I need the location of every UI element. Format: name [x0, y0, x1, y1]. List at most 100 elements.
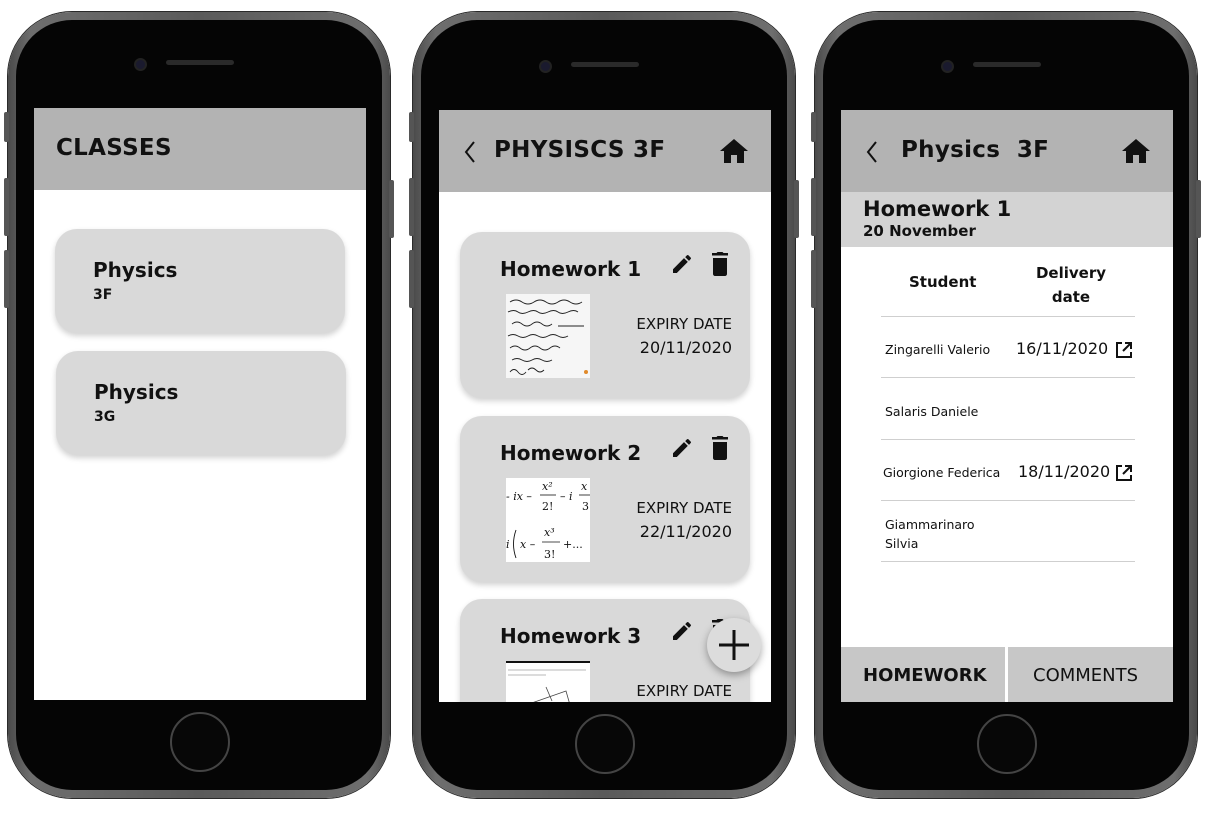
home-icon[interactable]	[719, 138, 749, 164]
column-header-student: Student	[909, 273, 977, 291]
speaker-grille	[166, 60, 234, 65]
homework-thumbnail-diagram	[506, 661, 590, 702]
table-row[interactable]: Giammarinaro Silvia	[881, 501, 1135, 562]
volume-up-button	[811, 178, 816, 236]
svg-text:i: i	[506, 538, 510, 551]
class-section: 3F	[93, 287, 113, 303]
app-header: PHYSISCS 3F	[439, 110, 771, 192]
camera-icon	[941, 60, 954, 73]
expiry-info: EXPIRY DATE	[636, 679, 732, 702]
homework-banner: Homework 1 20 November	[841, 192, 1173, 247]
open-external-icon[interactable]	[1115, 341, 1133, 359]
home-button[interactable]	[170, 712, 230, 772]
volume-down-button	[4, 250, 9, 308]
add-homework-button[interactable]	[707, 618, 761, 672]
student-name-line2: Silvia	[885, 536, 919, 551]
homework-title: Homework 1	[500, 257, 642, 281]
homework-thumbnail-equations	[506, 294, 590, 378]
app-header: Physics 3F	[841, 110, 1173, 192]
tab-homework[interactable]: HOMEWORK	[841, 647, 1005, 702]
table-row[interactable]: Zingarelli Valerio 16/11/2020	[881, 317, 1135, 378]
power-button	[1196, 180, 1201, 238]
class-name: Physics	[94, 380, 179, 404]
expiry-label: EXPIRY DATE	[636, 315, 732, 333]
svg-text:3: 3	[582, 500, 589, 513]
class-card-physics-3f[interactable]: Physics 3F	[55, 229, 345, 333]
mute-switch	[811, 112, 816, 142]
table-row[interactable]: Salaris Daniele	[881, 378, 1135, 440]
phone-frame-2: PHYSISCS 3F Homework 1 EXPIRY DATE 20/11…	[409, 12, 799, 798]
edit-pencil-icon[interactable]	[670, 619, 694, 643]
delivery-date: 18/11/2020	[1018, 462, 1111, 481]
expiry-date: 20/11/2020	[639, 338, 732, 357]
tab-comments-label: COMMENTS	[1033, 665, 1139, 686]
svg-text:x²: x²	[542, 480, 553, 493]
homework-title: Homework 1	[863, 197, 1012, 221]
svg-text:x: x	[581, 480, 588, 493]
homework-thumbnail-series: - ix – x² 2! – i x 3 i x – x³ 3! +...	[506, 478, 590, 562]
power-button	[794, 180, 799, 238]
class-card-physics-3g[interactable]: Physics 3G	[56, 351, 346, 455]
svg-text:- ix –: - ix –	[506, 490, 532, 503]
back-chevron-icon[interactable]	[865, 140, 879, 164]
expiry-label: EXPIRY DATE	[636, 682, 732, 700]
svg-text:2!: 2!	[542, 500, 553, 513]
delivery-date: 16/11/2020	[1016, 339, 1109, 358]
tab-homework-label: HOMEWORK	[863, 665, 987, 686]
page-title: PHYSISCS 3F	[494, 137, 666, 163]
trash-icon[interactable]	[708, 435, 732, 461]
homework-card-1[interactable]: Homework 1 EXPIRY DATE 20/11/2020	[460, 232, 750, 398]
open-external-icon[interactable]	[1115, 464, 1133, 482]
expiry-info: EXPIRY DATE 22/11/2020	[636, 496, 732, 544]
home-icon[interactable]	[1121, 138, 1151, 164]
phone-frame-1: CLASSES Physics 3F Physics 3G	[4, 12, 394, 798]
svg-text:x³: x³	[544, 526, 555, 539]
student-name: Zingarelli Valerio	[885, 342, 991, 357]
class-section: 3G	[94, 409, 116, 425]
plus-icon	[719, 630, 749, 660]
class-name: Physics	[93, 258, 178, 282]
homework-date: 20 November	[863, 222, 976, 240]
tab-comments[interactable]: COMMENTS	[1008, 647, 1173, 702]
volume-down-button	[811, 250, 816, 308]
mute-switch	[4, 112, 9, 142]
homework-card-3[interactable]: Homework 3 EXPIRY DATE	[460, 599, 750, 702]
volume-up-button	[4, 178, 9, 236]
speaker-grille	[973, 62, 1041, 67]
app-header: CLASSES	[34, 108, 366, 190]
delivery-label-line1: Delivery	[1035, 264, 1107, 282]
expiry-date: 22/11/2020	[639, 522, 732, 541]
camera-icon	[134, 58, 147, 71]
page-title: CLASSES	[56, 135, 172, 161]
page-title: Physics 3F	[901, 137, 1050, 163]
home-button[interactable]	[575, 714, 635, 774]
volume-down-button	[409, 250, 414, 308]
homework-title: Homework 2	[500, 441, 642, 465]
table-header: Student Delivery date	[881, 247, 1135, 317]
bottom-tab-bar: HOMEWORK COMMENTS	[841, 647, 1173, 702]
svg-text:x –: x –	[520, 538, 536, 551]
delivery-label-line2: date	[1051, 288, 1091, 306]
edit-pencil-icon[interactable]	[670, 436, 694, 460]
homework-card-2[interactable]: Homework 2 - ix – x² 2! – i x 3 i x – x³…	[460, 416, 750, 582]
table-row[interactable]: Giorgione Federica 18/11/2020	[881, 440, 1135, 501]
student-name: Giammarinaro	[885, 517, 975, 532]
mute-switch	[409, 112, 414, 142]
expiry-info: EXPIRY DATE 20/11/2020	[636, 312, 732, 360]
column-header-delivery: Delivery date	[1031, 261, 1111, 309]
home-button[interactable]	[977, 714, 1037, 774]
edit-pencil-icon[interactable]	[670, 252, 694, 276]
svg-text:3!: 3!	[544, 548, 555, 561]
expiry-label: EXPIRY DATE	[636, 499, 732, 517]
student-name: Giorgione Federica	[883, 465, 1001, 480]
classes-screen: CLASSES Physics 3F Physics 3G	[34, 108, 366, 700]
volume-up-button	[409, 178, 414, 236]
svg-text:+...: +...	[563, 538, 583, 551]
phone-frame-3: Physics 3F Homework 1 20 November Studen…	[811, 12, 1201, 798]
power-button	[389, 180, 394, 238]
speaker-grille	[571, 62, 639, 67]
student-name: Salaris Daniele	[885, 404, 979, 419]
trash-icon[interactable]	[708, 251, 732, 277]
svg-text:– i: – i	[560, 490, 573, 503]
back-chevron-icon[interactable]	[463, 140, 477, 164]
